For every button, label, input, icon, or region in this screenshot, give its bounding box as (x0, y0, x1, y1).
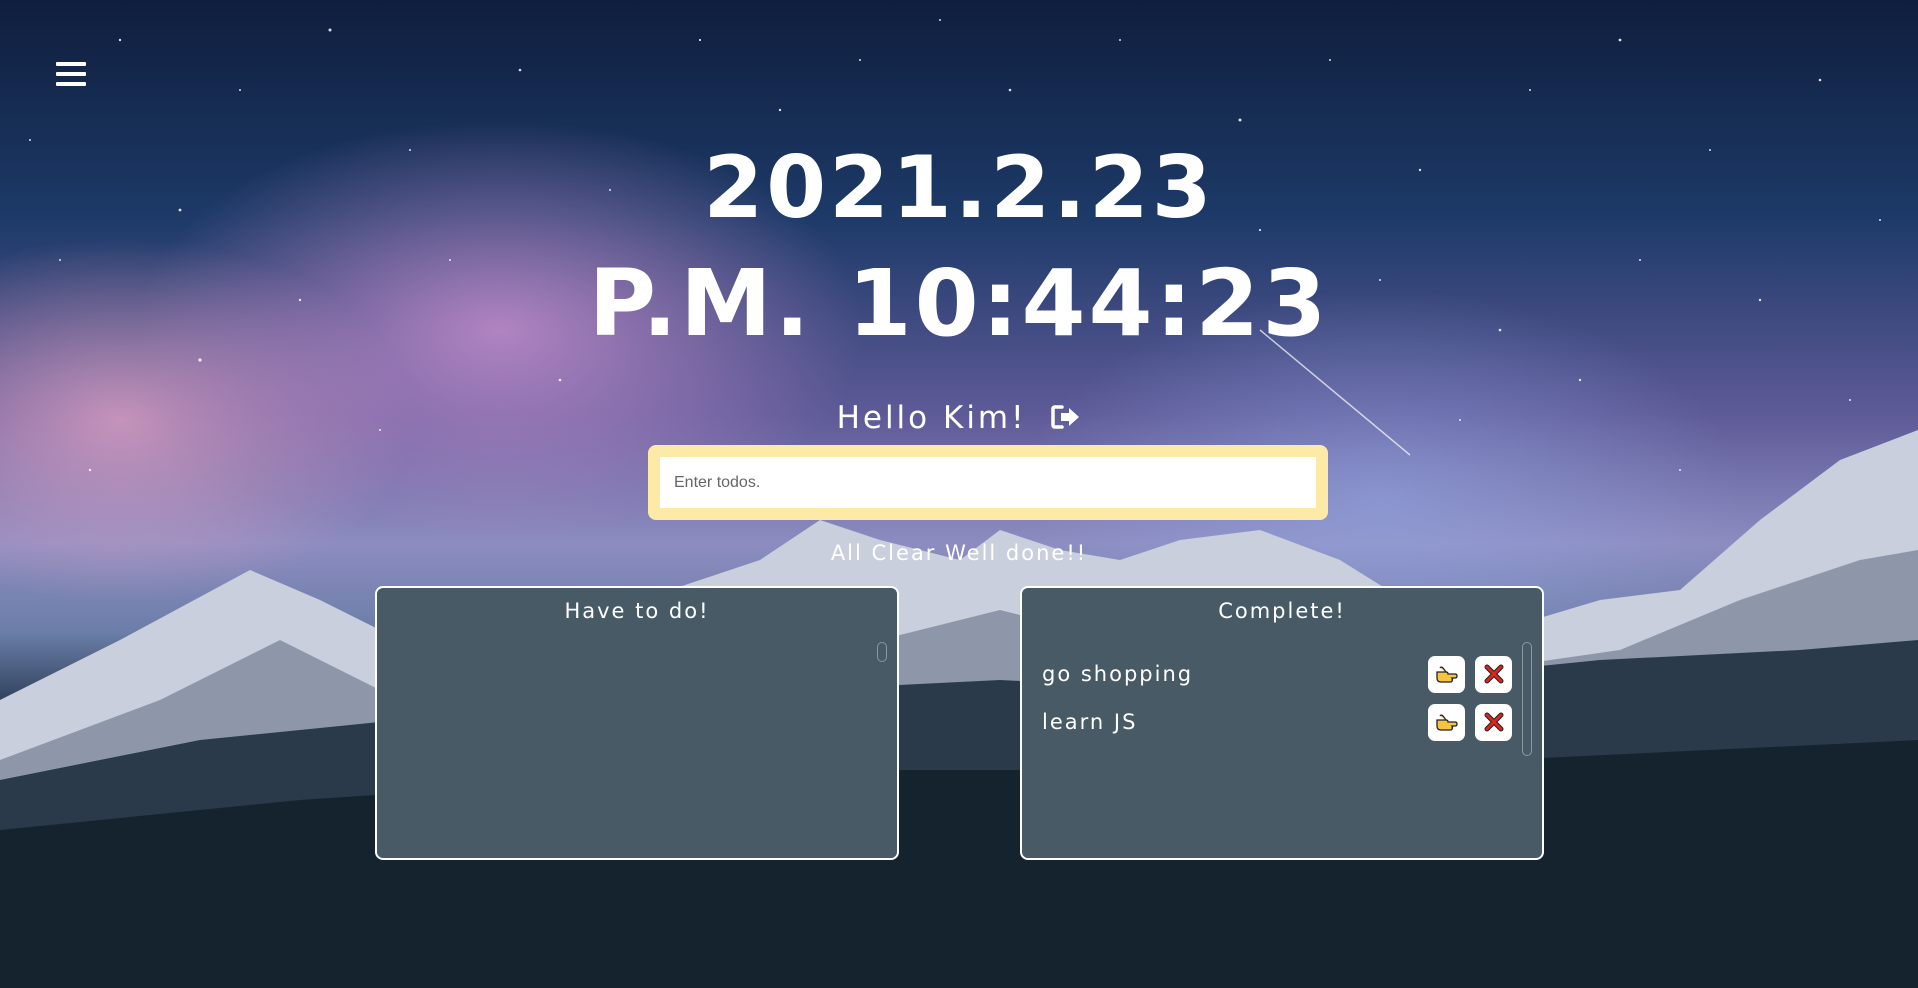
pointing-hand-icon (1435, 714, 1458, 731)
greeting-text: Hello Kim! (836, 400, 1027, 436)
restore-button[interactable] (1428, 703, 1465, 741)
delete-button[interactable] (1475, 655, 1512, 693)
menu-bar (56, 82, 86, 86)
status-message: All Clear Well done!! (830, 541, 1088, 565)
complete-list-item: learn JS (1042, 698, 1512, 746)
cross-mark-icon (1484, 712, 1503, 732)
todo-panel-title: Have to do! (564, 599, 710, 623)
sign-out-icon[interactable] (1051, 400, 1081, 440)
todo-panel: Have to do! (375, 586, 899, 860)
clock-time: P.M. 10:44:23 (588, 250, 1330, 357)
complete-item-text: learn JS (1042, 710, 1138, 734)
menu-bar (56, 62, 86, 66)
complete-list-item: go shopping (1042, 650, 1512, 698)
pointing-hand-icon (1435, 666, 1458, 683)
todo-panel-scrollbar[interactable] (877, 642, 887, 662)
menu-bar (56, 72, 86, 76)
complete-panel: Complete! go shopping learn JS (1020, 586, 1544, 860)
cross-mark-icon (1484, 664, 1503, 684)
complete-panel-scrollbar[interactable] (1522, 642, 1532, 756)
delete-button[interactable] (1475, 703, 1512, 741)
clock-date: 2021.2.23 (703, 138, 1215, 238)
hamburger-menu-icon[interactable] (56, 62, 86, 90)
restore-button[interactable] (1428, 655, 1465, 693)
complete-item-text: go shopping (1042, 662, 1194, 686)
todo-input[interactable] (660, 457, 1316, 508)
complete-list: go shopping learn JS (1042, 650, 1512, 746)
greeting: Hello Kim! (0, 398, 1918, 440)
todo-form (648, 445, 1328, 520)
complete-panel-title: Complete! (1218, 599, 1346, 623)
